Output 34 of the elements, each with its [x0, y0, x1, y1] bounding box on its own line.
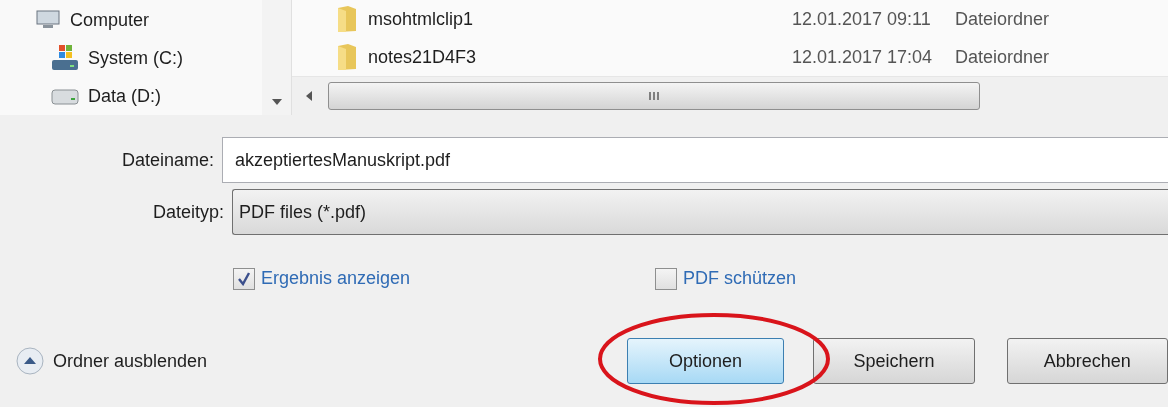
- field-label: Dateiname:: [120, 148, 215, 172]
- file-row[interactable]: notes21D4F3 12.01.2017 17:04 Dateiordner: [292, 38, 1168, 76]
- checkbox-label: PDF schützen: [683, 267, 797, 290]
- scroll-left-icon[interactable]: [306, 91, 312, 101]
- system-drive-icon: [50, 43, 80, 73]
- checkbox-label: Ergebnis anzeigen: [261, 267, 411, 290]
- file-type: Dateiordner: [955, 7, 1050, 31]
- drive-icon: [50, 86, 80, 106]
- file-date: 12.01.2017 09:11: [792, 7, 932, 31]
- hide-folders-toggle[interactable]: Ordner ausblenden: [53, 347, 208, 375]
- collapse-icon[interactable]: [15, 346, 45, 376]
- file-type-dropdown[interactable]: PDF files (*.pdf): [232, 189, 1168, 235]
- computer-icon: [34, 10, 62, 30]
- file-name: notes21D4F3: [368, 45, 478, 69]
- nav-tree-item[interactable]: Computer: [70, 6, 150, 34]
- checkbox[interactable]: [655, 267, 677, 290]
- nav-tree-item[interactable]: System (C:): [88, 44, 183, 72]
- dialog-button[interactable]: Optionen: [626, 338, 785, 384]
- grip-icon: [649, 91, 659, 101]
- dialog-button[interactable]: Abbrechen: [1006, 338, 1168, 384]
- checkmark-icon: [237, 271, 251, 286]
- file-date: 12.01.2017 17:04: [792, 45, 934, 69]
- field-label: Dateityp:: [151, 200, 225, 224]
- file-type: Dateiordner: [955, 45, 1050, 69]
- folder-icon: [336, 5, 358, 33]
- file-row[interactable]: msohtmlclip1 12.01.2017 09:11 Dateiordner: [292, 0, 1168, 38]
- checkbox[interactable]: [233, 267, 255, 290]
- scroll-down-icon[interactable]: [271, 99, 282, 105]
- scrollbar-thumb[interactable]: [328, 82, 980, 110]
- nav-tree-item[interactable]: Data (D:): [88, 82, 161, 110]
- folder-icon: [336, 43, 358, 71]
- file-name-field[interactable]: akzeptiertesManuskript.pdf: [222, 137, 1168, 183]
- dialog-button[interactable]: Speichern: [813, 338, 975, 384]
- file-name: msohtmlclip1: [368, 7, 475, 31]
